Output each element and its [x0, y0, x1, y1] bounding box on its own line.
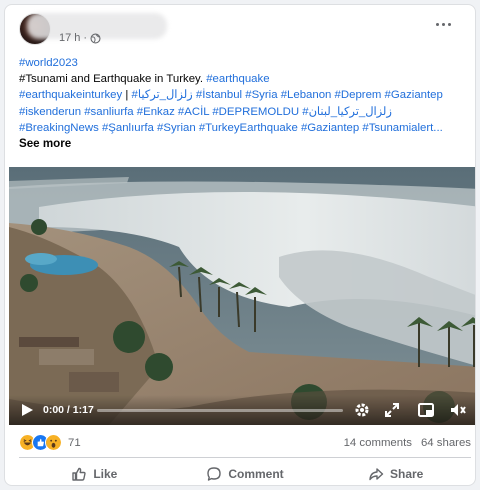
- hashtag-link[interactable]: #BreakingNews #Şanlıurfa #Syrian #Turkey…: [19, 122, 443, 134]
- post-text: #world2023 #Tsunami and Earthquake in Tu…: [19, 55, 471, 152]
- settings-gear-icon[interactable]: [353, 401, 371, 419]
- shares-count[interactable]: 64 shares: [421, 437, 471, 449]
- reactions-row: 71 14 comments 64 shares: [19, 433, 471, 453]
- timestamp-row: 17 h ·: [59, 32, 101, 44]
- wow-reaction-icon: [45, 434, 62, 451]
- post-text-segment: #Tsunami and Earthquake in Turkey.: [19, 73, 207, 86]
- post-text-line: #world2023: [19, 55, 471, 71]
- comment-label: Comment: [228, 467, 284, 481]
- share-arrow-icon: [369, 468, 384, 481]
- like-label: Like: [93, 467, 118, 481]
- video-frame: [9, 167, 475, 425]
- post-text-segment: |: [122, 89, 132, 102]
- post-header: 17 h ·: [5, 5, 475, 49]
- share-button[interactable]: Share: [320, 460, 471, 485]
- hashtag-link[interactable]: #iskenderun #sanliurfa #Enkaz #ACİL #DEP…: [19, 106, 392, 118]
- engagement-stats: 14 comments 64 shares: [344, 437, 471, 449]
- comments-count[interactable]: 14 comments: [344, 437, 412, 449]
- video-player[interactable]: 0:00 / 1:17: [9, 167, 475, 425]
- reaction-icons[interactable]: [19, 434, 62, 451]
- post-timestamp[interactable]: 17 h: [59, 32, 80, 44]
- hashtag-link[interactable]: #زلزال_تركيا: [132, 89, 193, 101]
- post-text-line: #BreakingNews #Şanlıurfa #Syrian #Turkey…: [19, 120, 471, 136]
- post-card: 17 h · #world2023 #Tsunami and Earthquak…: [4, 4, 476, 486]
- play-icon[interactable]: [19, 402, 35, 418]
- picture-in-picture-icon[interactable]: [417, 401, 435, 419]
- like-button[interactable]: Like: [19, 460, 170, 485]
- comment-button[interactable]: Comment: [170, 460, 321, 485]
- divider: [19, 457, 471, 458]
- hashtag-link[interactable]: #earthquake: [206, 73, 269, 85]
- video-controls: 0:00 / 1:17: [9, 395, 475, 425]
- share-label: Share: [390, 467, 424, 481]
- post-text-line: #Tsunami and Earthquake in Turkey. #eart…: [19, 71, 471, 87]
- fullscreen-expand-icon[interactable]: [383, 401, 401, 419]
- video-progress-bar[interactable]: [97, 409, 343, 412]
- globe-icon: [90, 32, 101, 44]
- see-more-link[interactable]: See more: [19, 136, 471, 152]
- volume-muted-icon[interactable]: [449, 401, 467, 419]
- hashtag-link[interactable]: #earthquakeinturkey: [19, 89, 122, 101]
- post-actions: Like Comment Share: [19, 460, 471, 485]
- post-text-line: #earthquakeinturkey | #زلزال_تركيا #İsta…: [19, 87, 471, 103]
- video-time: 0:00 / 1:17: [43, 404, 94, 416]
- hashtag-link[interactable]: #world2023: [19, 57, 78, 69]
- comment-bubble-icon: [207, 467, 222, 481]
- thumbs-up-icon: [72, 467, 86, 481]
- more-options-icon[interactable]: [433, 17, 453, 31]
- reaction-count[interactable]: 71: [68, 437, 81, 449]
- hashtag-link[interactable]: #İstanbul #Syria #Lebanon #Deprem #Gazia…: [196, 89, 443, 101]
- post-text-line: #iskenderun #sanliurfa #Enkaz #ACİL #DEP…: [19, 104, 471, 120]
